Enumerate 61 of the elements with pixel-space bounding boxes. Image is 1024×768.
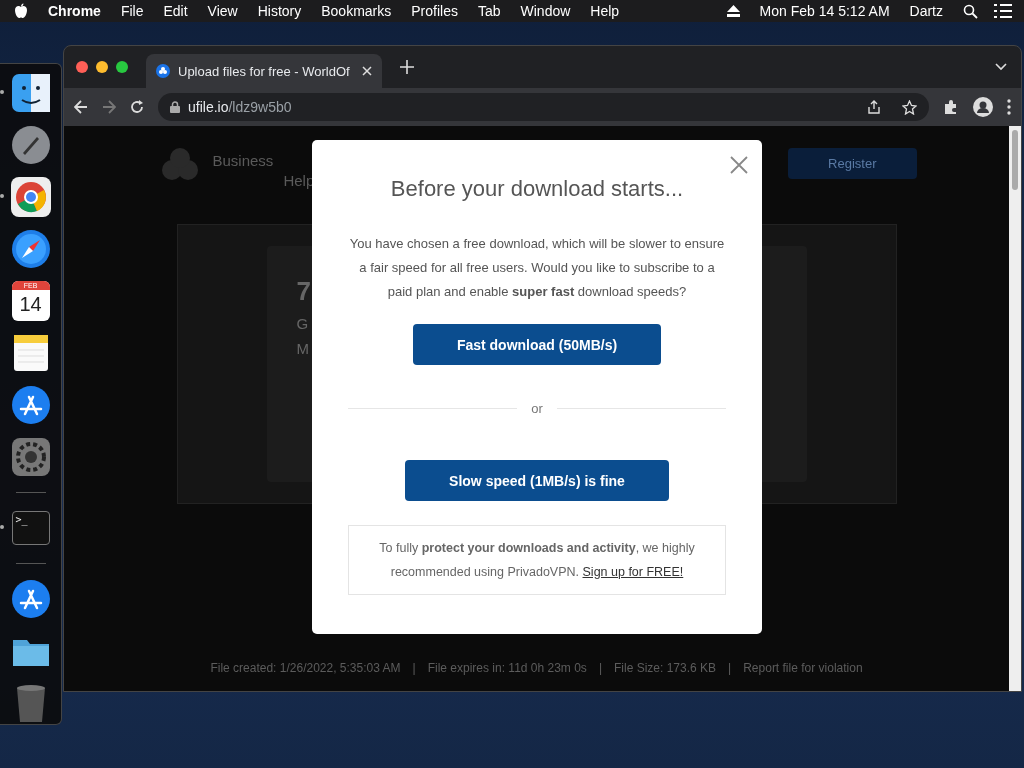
ad-text: G bbox=[296, 315, 309, 332]
finder-face-icon[interactable] bbox=[9, 72, 52, 114]
minimize-window-button[interactable] bbox=[96, 61, 108, 73]
lock-icon bbox=[170, 101, 180, 113]
tab-search-icon[interactable] bbox=[995, 63, 1007, 71]
menu-item[interactable]: Window bbox=[520, 3, 571, 19]
settings-icon[interactable] bbox=[9, 436, 52, 478]
register-button[interactable]: Register bbox=[788, 148, 917, 179]
menu-item[interactable]: File bbox=[120, 3, 144, 19]
close-window-button[interactable] bbox=[76, 61, 88, 73]
close-tab-icon[interactable] bbox=[362, 66, 372, 76]
forward-icon[interactable] bbox=[102, 100, 116, 114]
notice-text: To fully protect your downloads and activity, we highly recommended using PrivadoVPN. Sign up for FREE! bbox=[378, 540, 696, 581]
clock: Mon Feb 14 5:12 AM bbox=[759, 3, 890, 19]
share-icon[interactable] bbox=[868, 100, 880, 114]
app-store-icon[interactable] bbox=[9, 384, 52, 426]
separator-text: | bbox=[412, 661, 416, 675]
scrollbar-thumb[interactable] bbox=[1012, 130, 1018, 190]
terminal-icon[interactable]: >_ bbox=[11, 511, 50, 545]
ad-text: M bbox=[296, 340, 309, 357]
browser-logo-icon[interactable] bbox=[9, 176, 52, 218]
new-tab-icon[interactable] bbox=[400, 60, 414, 74]
signup-link[interactable]: Sign up for FREE! bbox=[582, 565, 684, 579]
bookmark-star-icon[interactable] bbox=[902, 99, 917, 115]
menu-item[interactable]: Profiles bbox=[411, 3, 458, 19]
app-store-icon[interactable] bbox=[9, 578, 52, 620]
user-name[interactable]: Dartz bbox=[909, 3, 943, 19]
url-text: ufile.io/ldz9w5b0 bbox=[188, 99, 292, 115]
back-icon[interactable] bbox=[74, 100, 88, 114]
search-icon[interactable] bbox=[963, 3, 978, 19]
dialog-message: You have chosen a free download, which will be slower to ensure a fair speed for all free users. Would you like to subscribe to a paid plan and enable super fast download speeds? bbox=[348, 235, 726, 301]
close-button[interactable] bbox=[728, 154, 750, 176]
menu-item[interactable]: Tab bbox=[477, 3, 501, 19]
divider-text: or bbox=[531, 401, 543, 416]
app-menu[interactable]: Chrome bbox=[48, 3, 101, 19]
more-menu-icon[interactable] bbox=[1007, 99, 1011, 115]
file-info: File created: 1/26/2022, 5:35:03 AM bbox=[210, 661, 401, 675]
fast-download-button[interactable]: Fast download (50MB/s) bbox=[413, 324, 661, 365]
reload-icon[interactable] bbox=[130, 100, 144, 114]
browser-tab[interactable]: Upload files for free - WorldOf bbox=[146, 54, 382, 88]
menu-item[interactable]: View bbox=[207, 3, 238, 19]
site-logo-icon bbox=[156, 64, 170, 78]
file-info: File Size: 173.6 KB bbox=[614, 661, 717, 675]
apple-logo-icon[interactable] bbox=[14, 3, 28, 19]
menu-item[interactable]: Help bbox=[590, 3, 620, 19]
menu-item[interactable]: Edit bbox=[163, 3, 188, 19]
file-info: File expires in: 11d 0h 23m 0s bbox=[427, 661, 587, 675]
dialog-title: Before your download starts... bbox=[390, 176, 684, 202]
separator-text: | bbox=[728, 661, 732, 675]
menu-item[interactable]: History bbox=[257, 3, 302, 19]
extensions-icon[interactable] bbox=[943, 99, 959, 115]
control-center-icon[interactable] bbox=[994, 4, 1012, 18]
menu-item[interactable]: Bookmarks bbox=[321, 3, 392, 19]
eject-icon[interactable] bbox=[726, 5, 740, 17]
zoom-window-button[interactable] bbox=[116, 61, 128, 73]
address-bar[interactable]: ufile.io/ldz9w5b0 bbox=[158, 93, 929, 121]
compass-icon[interactable] bbox=[9, 228, 52, 270]
slow-download-button[interactable]: Slow speed (1MB/s) is fine bbox=[405, 460, 669, 501]
separator-text: | bbox=[598, 661, 602, 675]
ad-text: 7 bbox=[296, 276, 311, 307]
profile-icon[interactable] bbox=[973, 97, 993, 117]
